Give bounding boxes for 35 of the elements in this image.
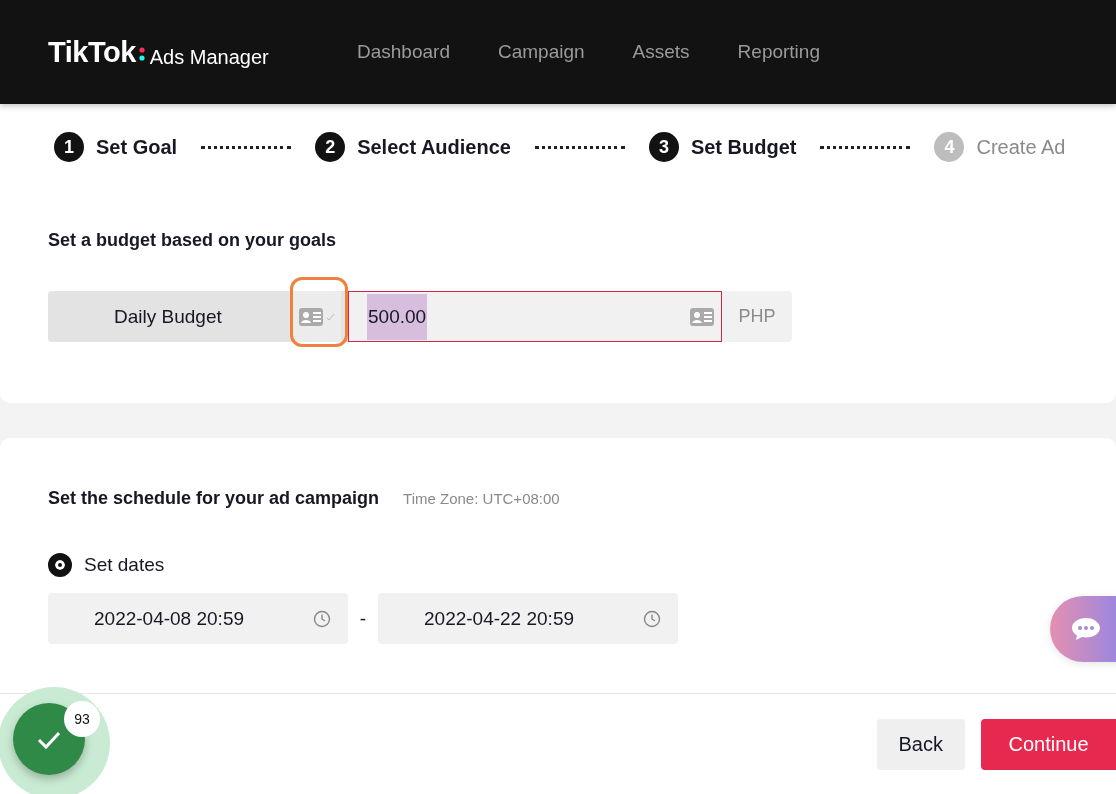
brand-logo: TikTok	[48, 35, 136, 69]
step-number: 2	[315, 132, 346, 162]
currency-label: PHP	[722, 291, 792, 342]
step-number: 1	[54, 132, 84, 162]
product-name: Ads Manager	[149, 45, 269, 69]
logo-dots-icon	[138, 47, 145, 61]
step-label: Set Goal	[96, 135, 178, 159]
clock-icon	[643, 609, 661, 628]
step-label: Set Budget	[690, 135, 797, 159]
date-field[interactable]: 2022-04-22 20:59	[378, 593, 678, 644]
step-number: 4	[934, 132, 965, 162]
clock-icon	[313, 609, 331, 628]
continue-button[interactable]: Continue	[981, 718, 1116, 770]
nav-link[interactable]: Campaign	[497, 41, 585, 63]
step-label: Create Ad	[976, 135, 1066, 159]
nav-link[interactable]: Dashboard	[357, 41, 450, 63]
step-number: 3	[648, 132, 679, 162]
date-field[interactable]: 2022-04-08 20:59	[48, 593, 348, 644]
chat-bubble-icon	[1070, 616, 1102, 642]
date-separator: -	[358, 607, 368, 630]
nav-link[interactable]: Reporting	[737, 41, 820, 63]
section-title: Set a budget based on your goals	[48, 230, 338, 251]
back-button[interactable]: Back	[876, 718, 965, 770]
chat-button[interactable]	[1050, 596, 1116, 662]
check-icon	[326, 312, 335, 321]
nav-link[interactable]: Assets	[632, 41, 690, 63]
time-zone-label: Time Zone: UTC+08:00	[403, 490, 560, 507]
contact-card-icon	[689, 306, 715, 327]
budget-input[interactable]: 500.00	[348, 291, 722, 342]
step-label: Select Audience	[357, 135, 511, 159]
radio-option[interactable]: Set dates	[48, 553, 165, 577]
section-title: Set the schedule for your ad campaign	[48, 488, 380, 509]
budget-type-dropdown[interactable]: Daily Budget	[48, 291, 348, 342]
count-badge: 93	[64, 701, 100, 737]
contact-card-icon	[298, 306, 324, 327]
